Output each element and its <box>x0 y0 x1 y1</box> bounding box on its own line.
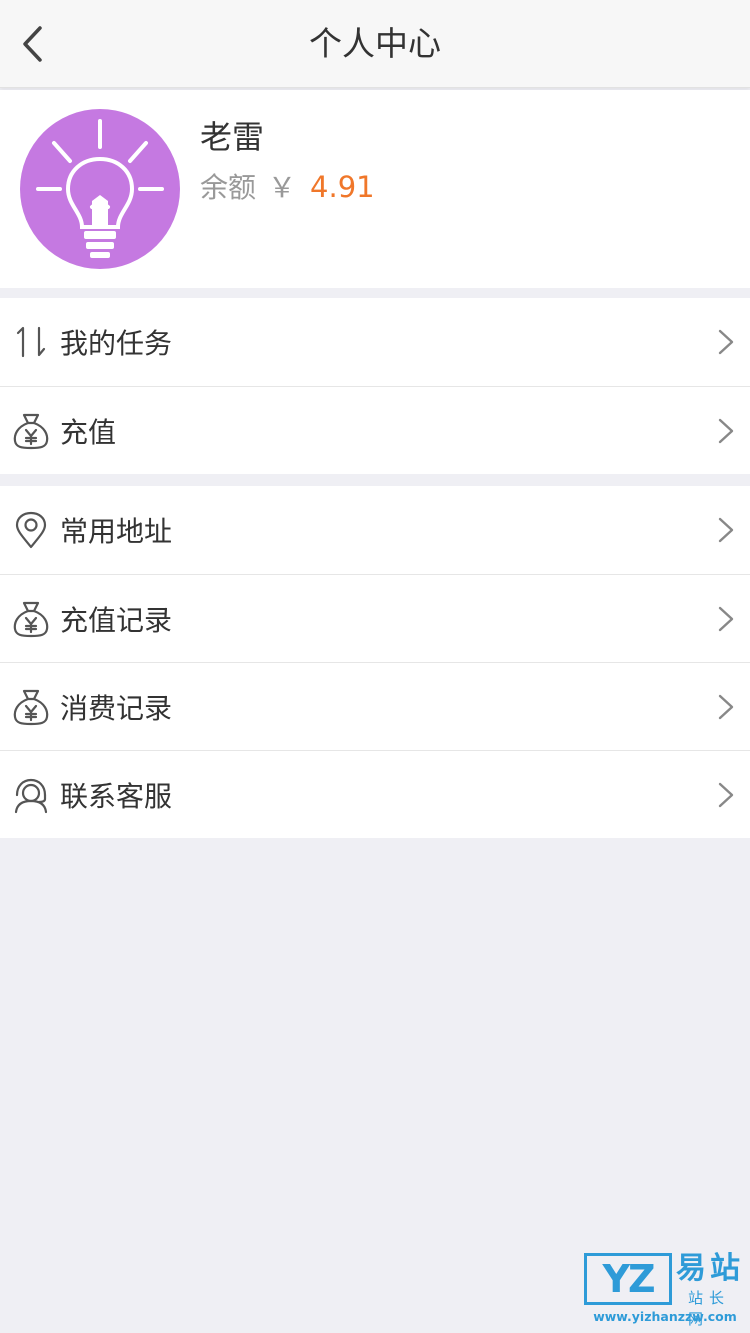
chevron-right-icon <box>718 329 734 355</box>
customer-service-icon <box>11 775 51 815</box>
watermark-brand: 易站 <box>676 1251 744 1286</box>
chevron-right-icon <box>718 782 734 807</box>
menu-item-label: 联系客服 <box>60 779 173 813</box>
page-title: 个人中心 <box>309 24 441 63</box>
money-bag-icon <box>11 687 51 727</box>
currency-symbol: ￥ <box>268 171 297 204</box>
menu-item-label: 充值 <box>60 415 117 449</box>
menu-item-label: 常用地址 <box>60 515 173 548</box>
site-watermark: YZ 易站 站长网 www.yizhanzzw.com <box>584 1251 746 1328</box>
navbar: 个人中心 <box>0 0 750 88</box>
menu-item-recharge-records[interactable]: 充值记录 <box>0 574 750 662</box>
money-bag-icon <box>11 599 51 639</box>
profile-card: 老雷 余额 ￥ 4.91 <box>0 90 750 288</box>
chevron-right-icon <box>718 517 734 543</box>
location-pin-icon <box>11 510 51 550</box>
menu-item-label: 消费记录 <box>60 691 173 725</box>
back-button[interactable] <box>10 14 54 74</box>
money-bag-icon <box>11 411 51 451</box>
chevron-right-icon <box>718 418 734 443</box>
menu-item-recharge[interactable]: 充值 <box>0 386 750 474</box>
menu-item-label: 我的任务 <box>60 327 173 360</box>
balance-info: 余额 ￥ 4.91 <box>200 166 375 206</box>
avatar[interactable] <box>20 109 180 269</box>
user-name: 老雷 <box>200 118 265 156</box>
menu-group-primary: 我的任务 充值 <box>0 298 750 474</box>
watermark-url: www.yizhanzzw.com <box>593 1309 737 1324</box>
menu-item-customer-service[interactable]: 联系客服 <box>0 750 750 838</box>
menu-group-secondary: 常用地址 充值记录 消费记录 联系客服 <box>0 486 750 838</box>
menu-item-addresses[interactable]: 常用地址 <box>0 486 750 574</box>
watermark-logo: YZ <box>584 1253 672 1305</box>
sort-arrows-icon <box>11 322 51 362</box>
balance-label: 余额 <box>200 171 257 204</box>
back-arrow-icon <box>23 26 42 62</box>
lightbulb-icon <box>36 119 164 258</box>
menu-item-my-tasks[interactable]: 我的任务 <box>0 298 750 386</box>
chevron-right-icon <box>718 694 734 719</box>
chevron-right-icon <box>718 606 734 631</box>
menu-item-consumption-records[interactable]: 消费记录 <box>0 662 750 750</box>
menu-item-label: 充值记录 <box>60 603 173 637</box>
balance-amount: 4.91 <box>310 170 375 204</box>
